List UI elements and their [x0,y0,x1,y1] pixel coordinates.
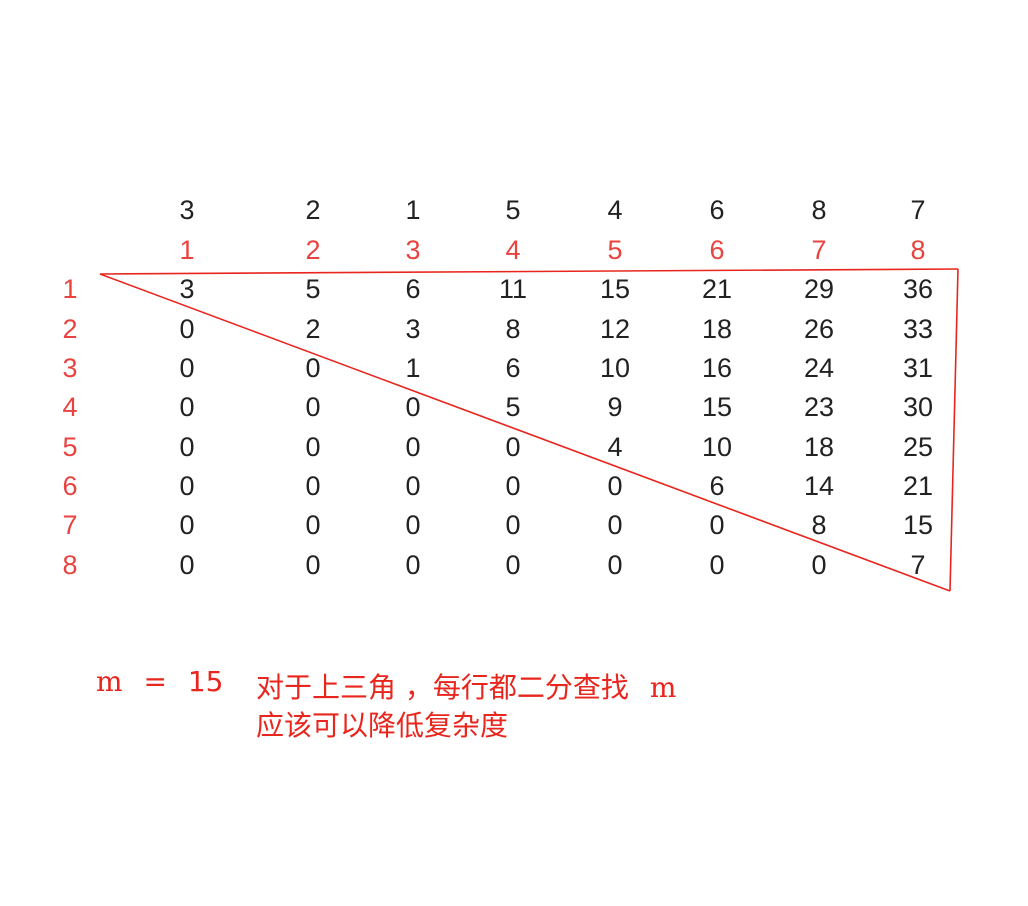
note-m-value: 15 [187,665,224,698]
note-line-1-m: m [649,671,677,704]
note-line-1-text: 对于上三角 ，每行都二分查找 [256,671,629,704]
triangle-right-edge [949,268,959,592]
triangle-top-edge [99,268,959,275]
note-line-2: 应该可以降低复杂度 [256,709,509,742]
note-m-equals: m = 15 [96,668,223,696]
note-equals-sign: = [143,665,167,698]
note-m-symbol: m [96,665,123,698]
upper-triangle-outline [99,268,959,592]
triangle-diagonal-edge [99,273,951,592]
note-line-1: 对于上三角 ，每行都二分查找 m [256,674,676,702]
